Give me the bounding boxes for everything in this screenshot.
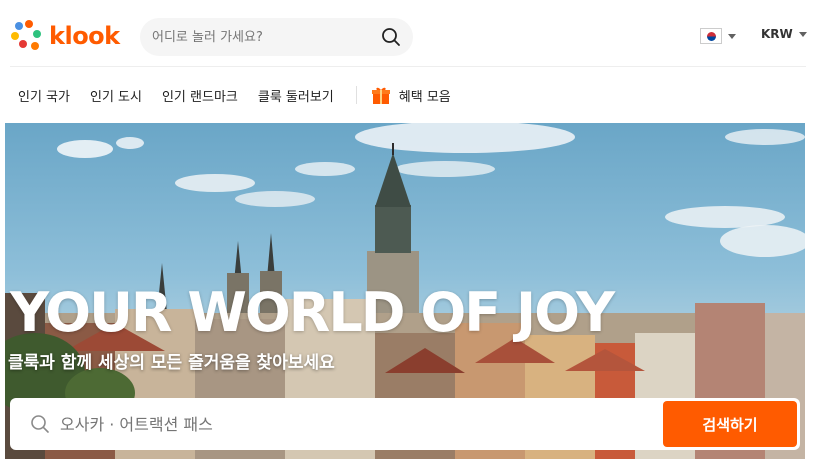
nav-benefits-label: 혜택 모음 [398,89,451,105]
chevron-down-icon [728,33,736,39]
nav-item-popular-countries[interactable]: 인기 국가 [18,86,70,105]
hero-search-bar[interactable]: 검색하기 [10,398,800,450]
nav-item-explore-klook[interactable]: 클룩 둘러보기 [258,86,334,105]
site-header: klook KRW [0,0,816,66]
gift-icon [371,87,390,104]
klook-logo-icon [11,20,41,50]
hero-banner: YOUR WORLD OF JOY 클룩과 함께 세상의 모든 즐거움을 찾아보… [5,123,805,459]
klook-logo[interactable]: klook [9,18,120,54]
hero-title: YOUR WORLD OF JOY [10,281,615,344]
search-icon[interactable] [381,27,401,47]
nav-divider [355,86,357,104]
nav-item-popular-landmarks[interactable]: 인기 랜드마크 [162,86,238,105]
search-button[interactable]: 검색하기 [663,401,797,447]
nav-item-popular-cities[interactable]: 인기 도시 [90,86,142,105]
hero-search-input[interactable] [60,411,620,437]
search-icon [31,415,49,433]
header-search-input[interactable] [152,29,372,45]
korea-flag-icon [700,28,722,44]
hero-subtitle: 클룩과 함께 세상의 모든 즐거움을 찾아보세요 [8,353,335,373]
nav-item-benefits[interactable]: 혜택 모음 [371,85,451,105]
main-nav: 인기 국가 인기 도시 인기 랜드마크 클룩 둘러보기 혜택 모음 [0,67,816,123]
logo-text: klook [49,22,120,50]
language-selector[interactable] [700,26,736,46]
header-search-bar[interactable] [140,18,413,56]
currency-label: KRW [761,27,793,41]
currency-selector[interactable]: KRW [761,27,807,41]
chevron-down-icon [798,31,807,37]
